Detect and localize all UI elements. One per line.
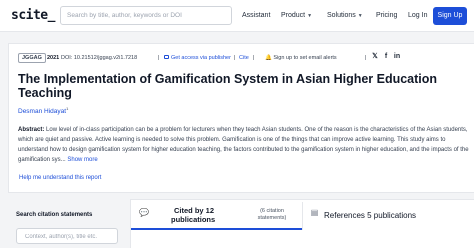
linkedin-icon[interactable]: in (393, 53, 401, 61)
journal-badge: JGGAG (18, 53, 46, 63)
signup-button[interactable]: Sign Up (433, 7, 467, 25)
article-title: The Implementation of Gamification Syste… (18, 72, 438, 100)
meta-separator: | (253, 55, 255, 61)
references-count: References 5 publications (324, 211, 417, 220)
help-understand-link[interactable]: Help me understand this report (19, 175, 101, 181)
lock-icon (164, 55, 169, 59)
author-link[interactable]: Desman Hidayat1 (18, 106, 68, 115)
author-name: Desman Hidayat (18, 108, 67, 116)
nav-product-label: Product (281, 12, 306, 19)
email-alerts-link[interactable]: 🔔 Sign up to set email alerts (265, 55, 337, 61)
citation-tabs: 💬 Cited by 12 publications (6 citation s… (130, 199, 474, 248)
email-alerts-label: Sign up to set email alerts (273, 55, 337, 61)
search-box[interactable] (60, 6, 232, 25)
citation-search-input[interactable] (25, 232, 113, 241)
doi-text: DOI: 10.21512/jggag.v2i1.7218 (61, 55, 138, 61)
article-card: JGGAG 2021 DOI: 10.21512/jggag.v2i1.7218… (8, 43, 474, 193)
citation-statements-count: (6 citation statements) (257, 208, 287, 221)
top-navigation: scite_ Assistant Product▼ Solutions▼ Pri… (0, 0, 474, 32)
nav-pricing[interactable]: Pricing (376, 12, 397, 19)
facebook-icon[interactable]: f (382, 53, 390, 61)
author-affiliation: 1 (66, 106, 69, 111)
abstract: Abstract: Low level of in-class particip… (18, 125, 470, 165)
chevron-down-icon: ▼ (357, 13, 363, 19)
meta-separator: | (365, 55, 367, 61)
meta-separator: | (234, 55, 236, 61)
quote-bubble-icon: 💬 (139, 208, 149, 217)
publication-year: 2021 (47, 55, 60, 61)
nav-solutions[interactable]: Solutions ▼ (327, 12, 363, 19)
show-more-link[interactable]: Show more (67, 157, 97, 163)
tab-references[interactable]: ▤ References 5 publications (303, 200, 474, 230)
scite-logo[interactable]: scite_ (11, 8, 55, 23)
document-icon: ▤ (310, 208, 319, 217)
chevron-down-icon: ▼ (307, 13, 313, 19)
access-link[interactable]: Get access via publisher (164, 55, 231, 61)
twitter-icon[interactable]: 𝕏 (371, 53, 379, 61)
login-link[interactable]: Log In (408, 12, 427, 19)
search-input[interactable] (67, 9, 227, 22)
cited-by-publications: publications (171, 215, 216, 224)
bell-icon: 🔔 (265, 55, 272, 61)
abstract-label: Abstract: (18, 127, 45, 133)
access-link-label: Get access via publisher (171, 55, 231, 61)
meta-separator: | (158, 55, 160, 61)
citation-search-label: Search citation statements (16, 212, 93, 218)
tab-cited-by[interactable]: 💬 Cited by 12 publications (6 citation s… (131, 200, 302, 230)
cite-link[interactable]: Cite (239, 55, 249, 61)
nav-assistant[interactable]: Assistant (242, 12, 270, 19)
citation-search-box[interactable] (16, 228, 118, 244)
nav-solutions-label: Solutions (327, 12, 356, 19)
cited-by-count: Cited by 12 (174, 206, 215, 215)
nav-product[interactable]: Product ▼ (281, 12, 312, 19)
